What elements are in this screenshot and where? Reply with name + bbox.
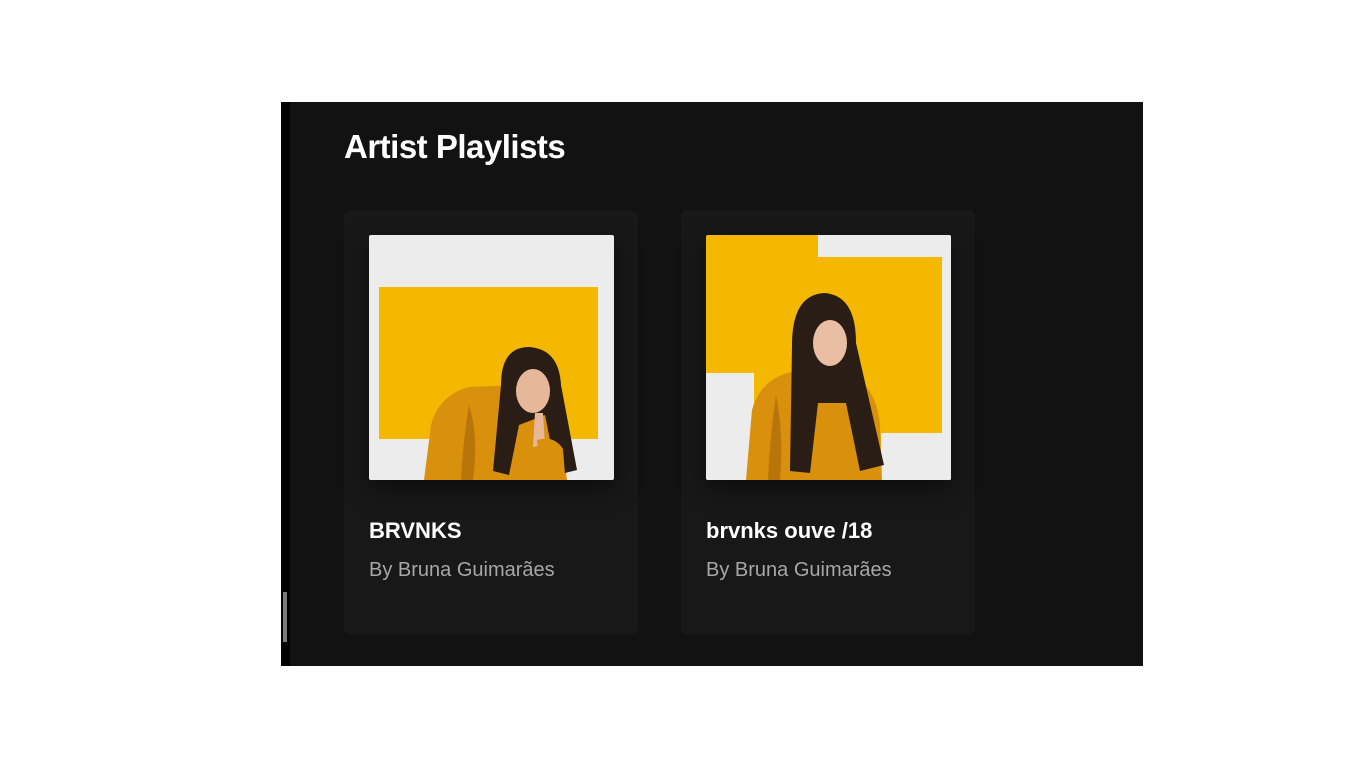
scrollbar-thumb[interactable] (283, 592, 287, 642)
playlist-owner[interactable]: By Bruna Guimarães (706, 559, 892, 582)
playlist-card[interactable]: BRVNKS By Bruna Guimarães (344, 210, 638, 634)
playlist-card[interactable]: brvnks ouve /18 By Bruna Guimarães (681, 210, 975, 634)
sidebar-edge (281, 102, 290, 666)
playlist-title[interactable]: BRVNKS (369, 518, 462, 544)
playlist-cover-image[interactable] (369, 235, 614, 480)
playlist-title[interactable]: brvnks ouve /18 (706, 518, 872, 544)
artist-playlists-panel: Artist Playlists BRVNKS By Bruna Guimarã… (281, 102, 1143, 666)
playlist-owner[interactable]: By Bruna Guimarães (369, 559, 555, 582)
section-title: Artist Playlists (344, 128, 566, 165)
playlist-cover-image[interactable] (706, 235, 951, 480)
